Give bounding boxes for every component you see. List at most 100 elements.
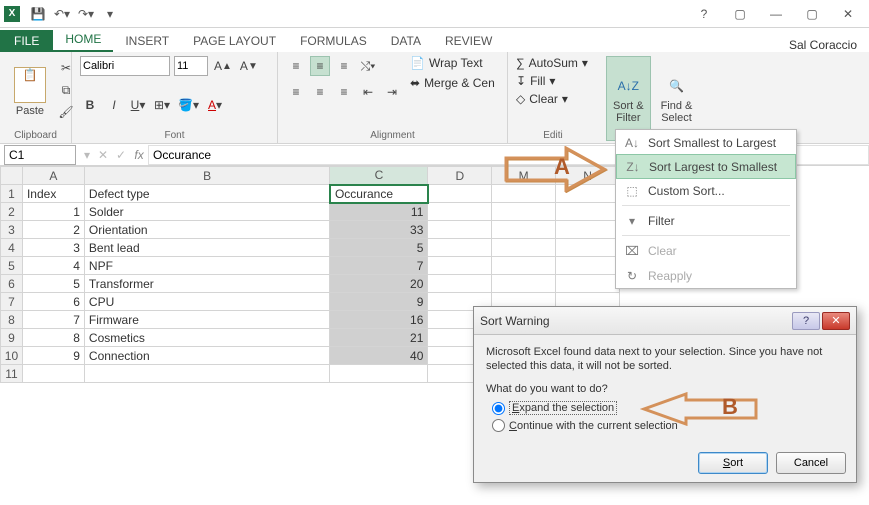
menu-sort-largest[interactable]: Z↓Sort Largest to Smallest [616,154,796,179]
bold-button[interactable]: B [80,95,100,115]
align-middle-icon[interactable]: ≡ [310,56,330,76]
save-icon[interactable]: 💾 [26,2,50,26]
cell[interactable] [330,365,428,383]
cell[interactable]: 5 [330,239,428,257]
align-top-icon[interactable]: ≡ [286,56,306,76]
font-name-select[interactable] [80,56,170,76]
merge-center-button[interactable]: ⬌ Merge & Cen [410,76,495,90]
cell[interactable] [556,239,620,257]
cell[interactable] [428,185,492,203]
underline-button[interactable]: U▾ [128,95,148,115]
cell[interactable]: 4 [22,257,84,275]
row-header[interactable]: 5 [1,257,23,275]
row-header[interactable]: 11 [1,365,23,383]
cell[interactable] [492,257,556,275]
row-header[interactable]: 1 [1,185,23,203]
cell[interactable] [492,275,556,293]
font-color-button[interactable]: A▾ [205,95,225,115]
col-header-A[interactable]: A [22,167,84,185]
row-header[interactable]: 3 [1,221,23,239]
autosum-button[interactable]: ∑ AutoSum ▾ [516,56,590,70]
tab-data[interactable]: DATA [379,30,433,52]
increase-indent-icon[interactable]: ⇥ [382,82,402,102]
clear-button[interactable]: ◇ Clear ▾ [516,92,590,106]
wrap-text-button[interactable]: 📄 Wrap Text [410,56,495,70]
tab-review[interactable]: REVIEW [433,30,504,52]
cell[interactable]: 11 [330,203,428,221]
undo-icon[interactable]: ↶▾ [50,2,74,26]
tab-file[interactable]: FILE [0,30,53,52]
cell[interactable]: Solder [84,203,330,221]
decrease-indent-icon[interactable]: ⇤ [358,82,378,102]
qat-customize-icon[interactable]: ▾ [98,2,122,26]
cell[interactable]: Firmware [84,311,330,329]
cell[interactable]: Defect type [84,185,330,203]
col-header-B[interactable]: B [84,167,330,185]
cell[interactable]: 9 [22,347,84,365]
minimize-icon[interactable]: — [763,3,789,25]
row-header[interactable]: 7 [1,293,23,311]
cell[interactable] [556,221,620,239]
name-box-dropdown-icon[interactable]: ▾ [80,148,94,162]
fx-icon[interactable]: fx [130,148,148,162]
paste-button[interactable]: 📋 Paste [8,56,52,128]
row-header[interactable]: 9 [1,329,23,347]
tab-insert[interactable]: INSERT [113,30,181,52]
orientation-icon[interactable]: ⤭▾ [358,56,378,76]
ribbon-options-icon[interactable]: ▢ [727,3,753,25]
cell[interactable]: Bent lead [84,239,330,257]
row-header[interactable]: 2 [1,203,23,221]
cell[interactable] [556,257,620,275]
radio-input[interactable] [492,419,505,432]
align-right-icon[interactable]: ≡ [334,82,354,102]
row-header[interactable]: 10 [1,347,23,365]
name-box[interactable] [4,145,76,165]
cell[interactable] [428,239,492,257]
cell[interactable]: 2 [22,221,84,239]
cell[interactable] [428,257,492,275]
cell[interactable]: 16 [330,311,428,329]
cell[interactable]: Connection [84,347,330,365]
cell-active[interactable]: Occurance [330,185,428,203]
menu-sort-smallest[interactable]: A↓Sort Smallest to Largest [616,130,796,155]
cell[interactable]: 7 [330,257,428,275]
maximize-icon[interactable]: ▢ [799,3,825,25]
cell[interactable] [428,275,492,293]
align-bottom-icon[interactable]: ≡ [334,56,354,76]
row-header[interactable]: 4 [1,239,23,257]
row-header[interactable]: 8 [1,311,23,329]
align-left-icon[interactable]: ≡ [286,82,306,102]
col-header-C[interactable]: C [330,167,428,185]
cell[interactable]: 20 [330,275,428,293]
cell[interactable]: NPF [84,257,330,275]
cell[interactable] [492,221,556,239]
help-icon[interactable]: ? [691,3,717,25]
menu-custom-sort[interactable]: ⬚Custom Sort... [616,178,796,203]
fill-color-button[interactable]: 🪣▾ [176,95,201,115]
borders-button[interactable]: ⊞▾ [152,95,172,115]
cell[interactable]: 40 [330,347,428,365]
cell[interactable] [428,221,492,239]
font-size-select[interactable] [174,56,208,76]
enter-formula-icon[interactable]: ✓ [112,148,130,162]
tab-page-layout[interactable]: PAGE LAYOUT [181,30,288,52]
cell[interactable]: 1 [22,203,84,221]
cell[interactable]: 5 [22,275,84,293]
cell[interactable]: 33 [330,221,428,239]
radio-input[interactable] [492,402,505,415]
italic-button[interactable]: I [104,95,124,115]
cell[interactable]: 7 [22,311,84,329]
cancel-formula-icon[interactable]: ✕ [94,148,112,162]
dialog-close-icon[interactable]: ✕ [822,312,850,330]
cell[interactable]: Transformer [84,275,330,293]
cell[interactable]: Cosmetics [84,329,330,347]
align-center-icon[interactable]: ≡ [310,82,330,102]
menu-filter[interactable]: ▾Filter [616,208,796,233]
redo-icon[interactable]: ↷▾ [74,2,98,26]
tab-home[interactable]: HOME [53,28,113,52]
cell[interactable]: 21 [330,329,428,347]
close-icon[interactable]: ✕ [835,3,861,25]
cell[interactable]: 3 [22,239,84,257]
decrease-font-icon[interactable]: A▼ [238,56,260,76]
cell[interactable]: 9 [330,293,428,311]
